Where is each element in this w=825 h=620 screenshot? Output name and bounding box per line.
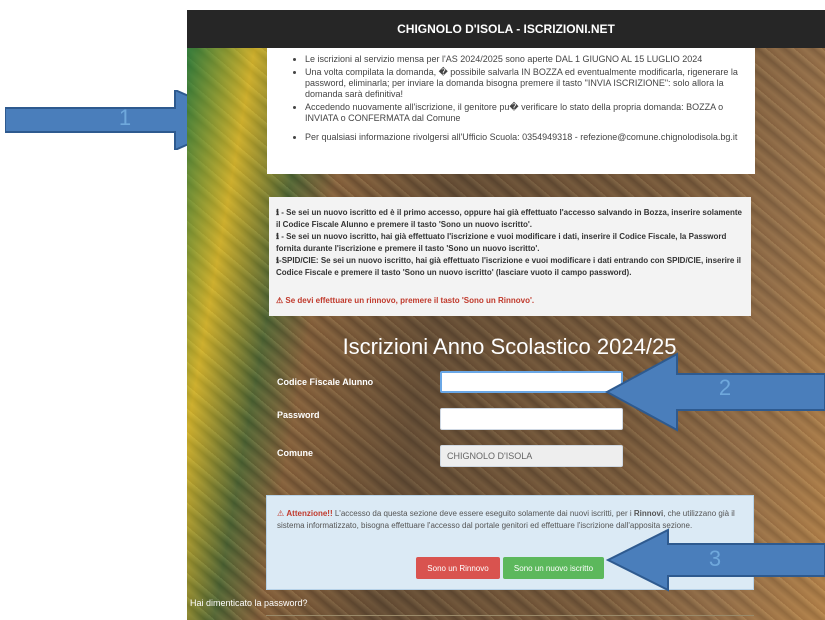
instruction-spid: ℹ-SPID/CIE: Se sei un nuovo iscritto, ha… [276, 256, 742, 277]
attention-renewals: Rinnovi [633, 509, 664, 518]
instruction-first-access: ℹ - Se sei un nuovo iscritto ed è il pri… [276, 208, 742, 229]
divider [266, 615, 754, 616]
info-item-draft: Una volta compilata la domanda, � possib… [305, 67, 747, 100]
attention-heading: Attenzione!! [286, 509, 333, 518]
annotation-label-1: 1 [118, 105, 132, 130]
info-item-dates: Le iscrizioni al servizio mensa per l'AS… [305, 54, 747, 65]
info-item-status: Accedendo nuovamente all'iscrizione, il … [305, 102, 747, 124]
attention-text-1: L'accesso da questa sezione deve essere … [332, 509, 634, 518]
instruction-modify: ℹ - Se sei un nuovo iscritto, hai già ef… [276, 232, 727, 253]
renewal-button[interactable]: Sono un Rinnovo [416, 557, 500, 579]
codice-fiscale-label: Codice Fiscale Alunno [277, 377, 374, 387]
password-label: Password [277, 410, 320, 420]
info-item-contact: Per qualsiasi informazione rivolgersi al… [305, 132, 747, 143]
password-input[interactable] [440, 408, 623, 430]
annotation-label-3: 3 [708, 546, 722, 571]
page-header: CHIGNOLO D'ISOLA - ISCRIZIONI.NET [187, 10, 825, 48]
info-panel: Le iscrizioni al servizio mensa per l'AS… [267, 48, 755, 174]
renewal-warning: ⚠ Se devi effettuare un rinnovo, premere… [276, 296, 535, 305]
codice-fiscale-input[interactable] [440, 371, 623, 393]
forgot-password-link[interactable]: Hai dimenticato la password? [190, 598, 308, 608]
instructions-panel: ℹ - Se sei un nuovo iscritto ed è il pri… [269, 197, 751, 316]
info-list: Le iscrizioni al servizio mensa per l'AS… [275, 54, 747, 143]
annotation-label-2: 2 [718, 375, 732, 400]
comune-label: Comune [277, 448, 313, 458]
new-enrollment-button[interactable]: Sono un nuovo iscritto [503, 557, 604, 579]
comune-field [440, 445, 623, 467]
warning-icon: ⚠ [277, 509, 285, 518]
